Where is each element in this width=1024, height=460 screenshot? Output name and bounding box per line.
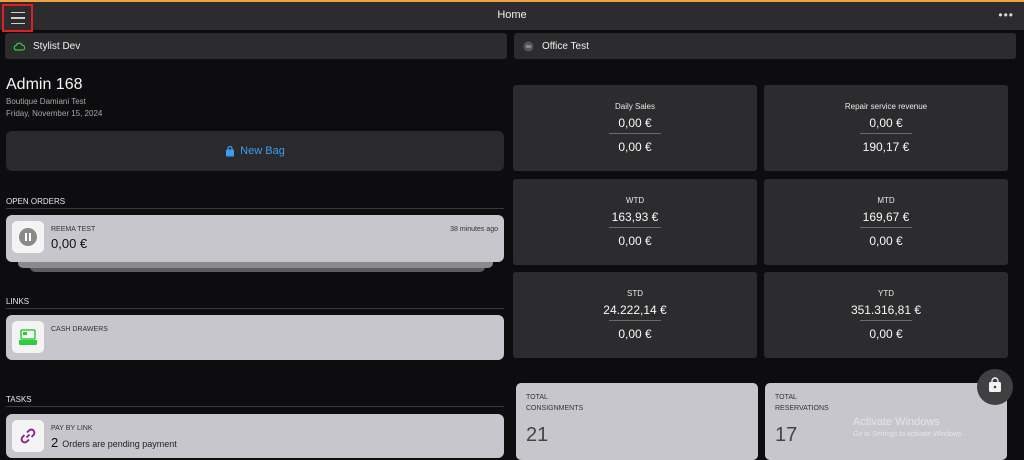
open-order-card[interactable]: REEMA TEST 0,00 € 38 minutes ago xyxy=(6,215,504,262)
divider xyxy=(6,406,504,407)
kpi-repair-revenue[interactable]: Repair service revenue 0,00 € 190,17 € xyxy=(764,85,1008,171)
store-label: Office Test xyxy=(542,40,589,52)
open-orders-heading: OPEN ORDERS xyxy=(6,197,66,206)
total-label-sub: CONSIGNMENTS xyxy=(526,405,584,412)
total-consignments-card[interactable]: TOTAL CONSIGNMENTS 21 xyxy=(516,383,758,460)
cash-drawers-link[interactable]: CASH DRAWERS xyxy=(6,315,504,360)
kpi-value-secondary: 0,00 € xyxy=(869,327,903,341)
order-time: 38 minutes ago xyxy=(450,226,498,233)
divider xyxy=(609,227,661,228)
kpi-title: Repair service revenue xyxy=(844,102,928,111)
new-bag-label: New Bag xyxy=(240,145,285,157)
kpi-mtd[interactable]: MTD 169,67 € 0,00 € xyxy=(764,179,1008,265)
kpi-title: STD xyxy=(627,289,643,298)
user-name: Admin 168 xyxy=(6,76,83,93)
kpi-value: 163,93 € xyxy=(611,210,659,224)
cloud-icon xyxy=(13,40,25,52)
total-label-sub: RESERVATIONS xyxy=(775,405,829,412)
total-label: TOTAL xyxy=(526,394,548,401)
kpi-wtd[interactable]: WTD 163,93 € 0,00 € xyxy=(513,179,757,265)
kpi-value: 0,00 € xyxy=(618,116,652,130)
kpi-value: 351.316,81 € xyxy=(850,303,922,317)
task-count: 2 xyxy=(51,435,59,450)
kpi-value-secondary: 0,00 € xyxy=(618,140,652,154)
divider xyxy=(860,320,912,321)
kpi-value-secondary: 190,17 € xyxy=(862,140,910,154)
kpi-title: MTD xyxy=(877,196,895,205)
kpi-value-secondary: 0,00 € xyxy=(869,234,903,248)
pause-icon[interactable] xyxy=(12,221,44,253)
kpi-value: 24.222,14 € xyxy=(603,303,667,317)
store-selector-stylist[interactable]: Stylist Dev xyxy=(5,33,507,59)
kpi-value: 169,67 € xyxy=(862,210,910,224)
top-bar: Home ••• xyxy=(0,0,1024,32)
tasks-heading: TASKS xyxy=(6,395,32,404)
kpi-title: Daily Sales xyxy=(614,102,655,111)
order-customer: REEMA TEST xyxy=(51,226,96,233)
links-heading: LINKS xyxy=(6,297,30,306)
boutique-name: Boutique Damiani Test xyxy=(6,97,86,106)
task-title: PAY BY LINK xyxy=(51,425,93,432)
kpi-ytd[interactable]: YTD 351.316,81 € 0,00 € xyxy=(764,272,1008,358)
total-label: TOTAL xyxy=(775,394,797,401)
activate-windows-watermark: Activate Windows xyxy=(853,416,940,428)
shopping-bag-icon xyxy=(987,376,1003,398)
kpi-value-secondary: 0,00 € xyxy=(618,327,652,341)
divider xyxy=(860,133,912,134)
kpi-value-secondary: 0,00 € xyxy=(618,234,652,248)
total-value: 21 xyxy=(526,424,549,446)
cash-drawers-label: CASH DRAWERS xyxy=(51,326,108,333)
activate-windows-hint: Go to Settings to activate Windows. xyxy=(853,431,964,438)
page-title: Home xyxy=(497,9,527,21)
shopping-bag-icon xyxy=(225,145,235,157)
order-amount: 0,00 € xyxy=(51,236,88,251)
store-label: Stylist Dev xyxy=(33,40,81,52)
more-options-icon[interactable]: ••• xyxy=(998,8,1014,22)
divider xyxy=(609,133,661,134)
kpi-std[interactable]: STD 24.222,14 € 0,00 € xyxy=(513,272,757,358)
stack-shadow xyxy=(18,262,493,268)
kpi-title: YTD xyxy=(878,289,894,298)
kpi-title: WTD xyxy=(625,196,645,205)
link-icon xyxy=(12,420,44,452)
current-date: Friday, November 15, 2024 xyxy=(6,109,103,118)
new-bag-button[interactable]: New Bag xyxy=(6,131,504,171)
kpi-daily-sales[interactable]: Daily Sales 0,00 € 0,00 € xyxy=(513,85,757,171)
pay-by-link-task[interactable]: PAY BY LINK 2 Orders are pending payment xyxy=(6,414,504,458)
floating-bag-button[interactable] xyxy=(977,369,1013,405)
cash-register-icon xyxy=(12,321,44,353)
divider xyxy=(609,320,661,321)
divider xyxy=(6,208,504,209)
divider xyxy=(6,308,504,309)
kpi-value: 0,00 € xyxy=(869,116,903,130)
total-value: 17 xyxy=(775,424,798,446)
store-selector-office[interactable]: Office Test xyxy=(514,33,1016,59)
printer-icon xyxy=(522,40,534,52)
task-description: Orders are pending payment xyxy=(62,439,177,449)
divider xyxy=(860,227,912,228)
